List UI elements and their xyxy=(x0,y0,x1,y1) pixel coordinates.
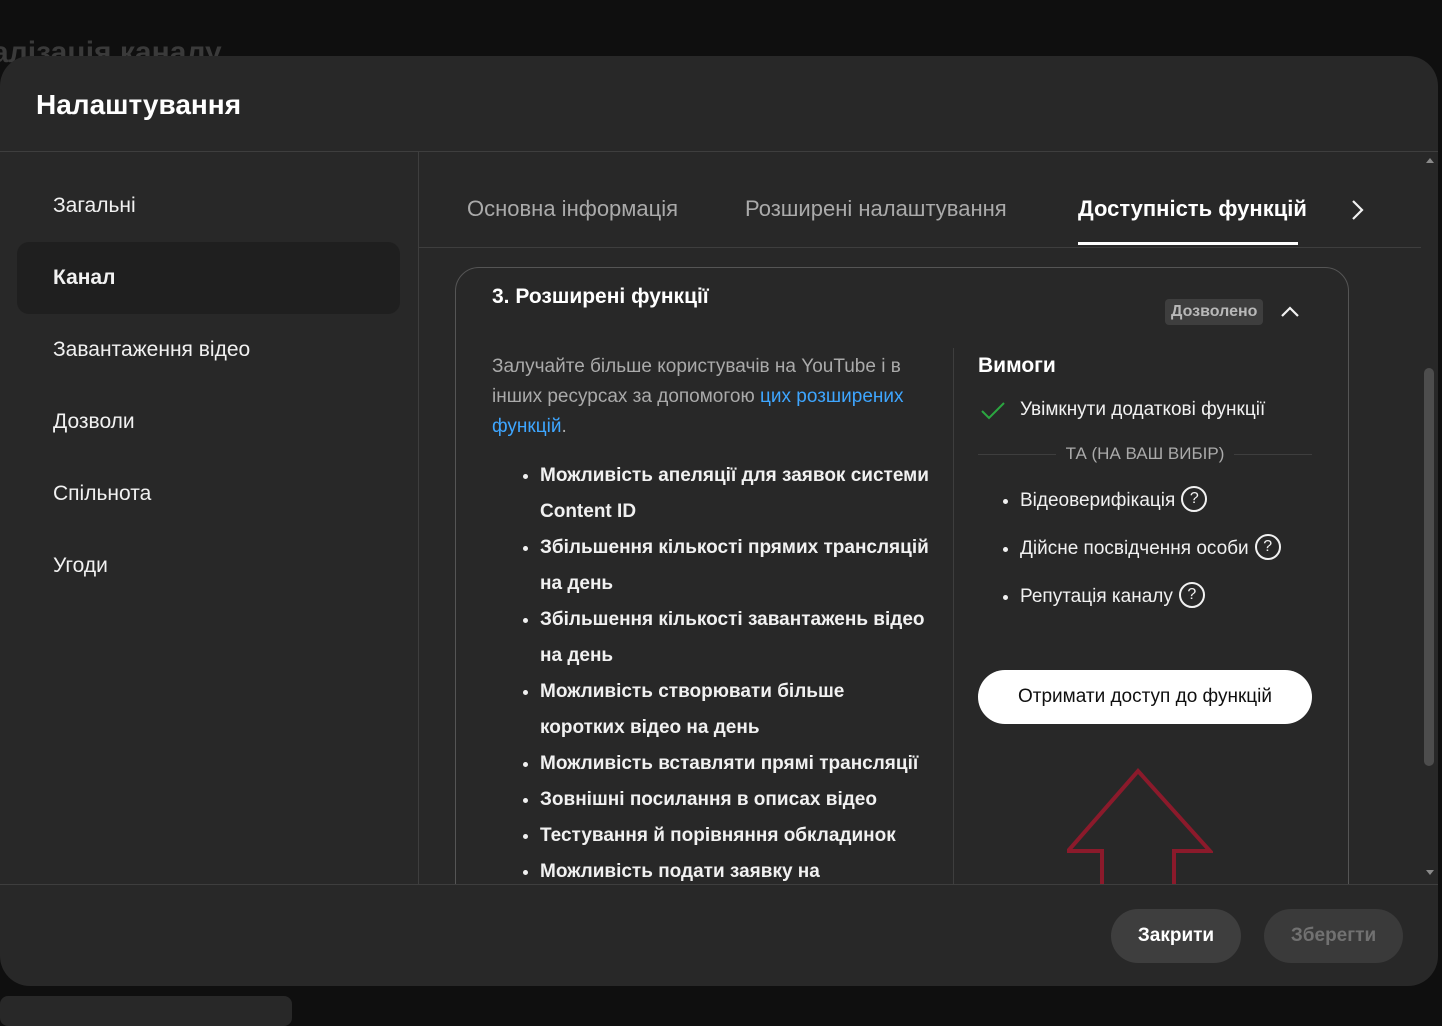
requirements-column: Вимоги Увімкнути додаткові функції ТА (Н… xyxy=(978,350,1312,724)
help-icon[interactable]: ? xyxy=(1254,533,1281,560)
section-title: 3. Розширені функції xyxy=(492,285,709,308)
sidebar-item-general[interactable]: Загальні xyxy=(17,170,400,242)
requirement-option-channel-history: Репутація каналу? xyxy=(1020,581,1312,630)
sidebar-item-community[interactable]: Спільнота xyxy=(17,458,400,530)
option-label: Дійсне посвідчення особи xyxy=(1020,538,1249,559)
chevron-right-icon[interactable] xyxy=(1343,192,1373,228)
or-divider-label: ТА (НА ВАШ ВИБІР) xyxy=(1055,444,1235,463)
tab-advanced-settings[interactable]: Розширені налаштування xyxy=(745,196,1007,222)
feature-item: Збільшення кількості завантажень відео н… xyxy=(540,602,932,674)
column-divider xyxy=(953,348,954,884)
content-scrollbar[interactable] xyxy=(1421,152,1438,884)
save-button[interactable]: Зберегти xyxy=(1264,909,1403,963)
annotation-arrow-icon xyxy=(1067,767,1213,884)
or-divider: ТА (НА ВАШ ВИБІР) xyxy=(978,442,1312,466)
feature-item: Зовнішні посилання в описах відео xyxy=(540,782,932,818)
feature-item: Можливість вставляти прямі трансляції xyxy=(540,746,932,782)
requirement-option-valid-id: Дійсне посвідчення особи? xyxy=(1020,533,1312,582)
option-label: Відеоверифікація xyxy=(1020,490,1176,511)
requirement-option-video-verification: Відеоверифікація? xyxy=(1020,485,1312,534)
status-badge: Дозволено xyxy=(1165,299,1264,325)
tab-feature-eligibility[interactable]: Доступність функцій xyxy=(1078,196,1307,222)
section-description: Залучайте більше користувачів на YouTube… xyxy=(492,352,932,442)
requirement-met-label: Увімкнути додаткові функції xyxy=(1020,399,1266,420)
scroll-up-arrow-icon[interactable] xyxy=(1426,158,1434,163)
feature-item: Можливість подати заявку на xyxy=(540,854,932,884)
option-label: Репутація каналу xyxy=(1020,586,1173,607)
help-icon[interactable]: ? xyxy=(1178,581,1205,608)
background-bar xyxy=(0,996,292,1026)
feature-item-highlighted: Тестування й порівняння обкладинок xyxy=(540,818,932,854)
settings-dialog: Налаштування Загальні Канал Завантаження… xyxy=(0,56,1438,986)
feature-item: Збільшення кількості прямих трансляцій н… xyxy=(540,530,932,602)
tab-basic-info[interactable]: Основна інформація xyxy=(467,196,678,222)
features-column: Залучайте більше користувачів на YouTube… xyxy=(492,352,932,884)
checkmark-icon xyxy=(981,402,1005,420)
channel-tabs: Основна інформація Розширені налаштуванн… xyxy=(419,152,1421,248)
feature-item: Можливість апеляції для заявок системи C… xyxy=(540,458,932,530)
dialog-title: Налаштування xyxy=(36,89,242,120)
settings-sidebar: Загальні Канал Завантаження відео Дозвол… xyxy=(0,152,419,884)
get-access-button[interactable]: Отримати доступ до функцій xyxy=(978,670,1312,724)
feature-item: Можливість створювати більше коротких ві… xyxy=(540,674,932,746)
advanced-features-card: 3. Розширені функції Дозволено Залучайте… xyxy=(455,267,1349,884)
features-list: Можливість апеляції для заявок системи C… xyxy=(492,458,932,884)
sidebar-item-upload-defaults[interactable]: Завантаження відео xyxy=(17,314,400,386)
sidebar-item-permissions[interactable]: Дозволи xyxy=(17,386,400,458)
scroll-thumb[interactable] xyxy=(1424,368,1434,766)
requirement-options: Відеоверифікація? Дійсне посвідчення осо… xyxy=(978,485,1312,630)
tab-content: 3. Розширені функції Дозволено Залучайте… xyxy=(419,248,1421,884)
active-tab-indicator xyxy=(1078,242,1298,245)
sidebar-item-channel[interactable]: Канал xyxy=(17,242,400,314)
close-button[interactable]: Закрити xyxy=(1111,909,1241,963)
scroll-down-arrow-icon[interactable] xyxy=(1426,870,1434,875)
dialog-header: Налаштування xyxy=(0,56,1438,152)
chevron-up-icon[interactable] xyxy=(1278,302,1302,322)
help-icon[interactable]: ? xyxy=(1181,485,1208,512)
description-end: . xyxy=(561,416,567,437)
sidebar-item-agreements[interactable]: Угоди xyxy=(17,530,400,602)
dialog-footer: Закрити Зберегти xyxy=(0,884,1438,986)
requirements-title: Вимоги xyxy=(978,354,1056,377)
requirement-met: Увімкнути додаткові функції xyxy=(978,396,1312,424)
